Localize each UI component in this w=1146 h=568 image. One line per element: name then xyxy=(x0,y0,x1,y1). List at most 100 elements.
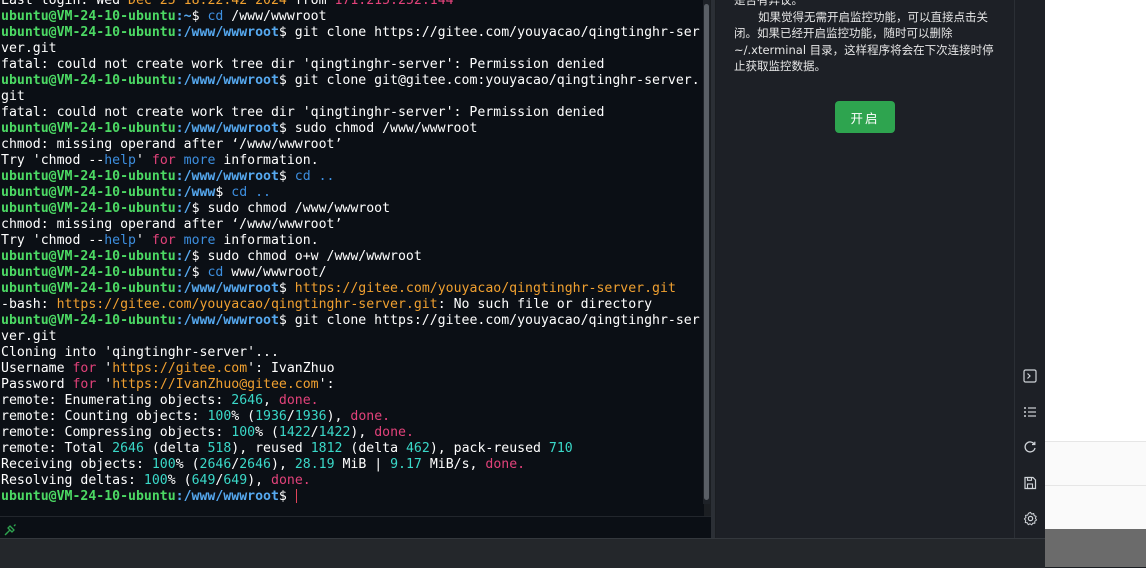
terminal-text-segment: help xyxy=(104,233,136,248)
terminal-line: ubuntu@VM-24-10-ubuntu:/www/wwwroot$ htt… xyxy=(1,281,700,297)
terminal-text-segment: ), xyxy=(247,473,272,488)
terminal-text-segment: more xyxy=(183,153,216,168)
terminal-scrollbar[interactable] xyxy=(703,0,710,504)
terminal-text-segment: $ xyxy=(278,281,295,296)
background-window-lower xyxy=(1045,441,1146,530)
terminal-text-segment: ubuntu@VM-24-10-ubuntu xyxy=(1,9,176,24)
terminal-text-segment: chmod: missing operand after ‘/www/wwwro… xyxy=(1,137,343,152)
terminal-output[interactable]: Last login: Wed Dec 25 18:22:42 2024 fro… xyxy=(0,0,704,516)
terminal-text-segment: https://gitee.com/youyacao/qingtinghr-se… xyxy=(56,297,438,312)
terminal-text-segment: ver.git xyxy=(1,329,57,344)
terminal-text-segment: ' xyxy=(96,377,113,392)
terminal-text-segment: :/www/wwwroot xyxy=(175,489,279,504)
terminal-line: ver.git xyxy=(1,41,700,57)
terminal-text-segment: (delta xyxy=(342,441,406,456)
terminal-text-segment: ubuntu@VM-24-10-ubuntu xyxy=(1,25,176,40)
terminal-text-segment: information. xyxy=(215,233,319,248)
terminal-line: ubuntu@VM-24-10-ubuntu:/$ cd www/wwwroot… xyxy=(1,265,700,281)
terminal-text-segment: 2646 xyxy=(199,457,232,472)
terminal-icon[interactable] xyxy=(1020,366,1040,386)
terminal-text-segment: 2646 xyxy=(112,441,144,456)
terminal-text-segment: remote: Compressing objects: xyxy=(1,425,232,440)
terminal-line: ver.git xyxy=(1,329,700,345)
terminal-text-segment: :/www xyxy=(175,185,216,200)
terminal-line: remote: Enumerating objects: 2646, done. xyxy=(1,393,700,409)
terminal-line: chmod: missing operand after ‘/www/wwwro… xyxy=(1,217,700,233)
terminal-scrollbar-thumb[interactable] xyxy=(704,4,709,500)
terminal-text-segment: for xyxy=(151,153,176,168)
terminal-text-segment: cd .. xyxy=(231,185,271,200)
terminal-line: remote: Counting objects: 100% (1936/193… xyxy=(1,409,700,425)
panel-splitter[interactable] xyxy=(711,0,715,538)
terminal-line: ubuntu@VM-24-10-ubuntu:~$ cd /www/wwwroo… xyxy=(1,9,700,25)
terminal-text-segment: https://gitee.com/youyacao/qingtinghr-se… xyxy=(294,281,676,296)
terminal-text-segment: Try 'chmod -- xyxy=(1,153,105,168)
terminal-text-segment: done. xyxy=(278,393,319,408)
terminal-text-segment: ubuntu@VM-24-10-ubuntu xyxy=(1,185,176,200)
terminal-text-segment: / xyxy=(286,409,295,424)
list-icon[interactable] xyxy=(1020,402,1040,422)
monitor-notice-body: 如果觉得无需开启监控功能，可以直接点击关闭。如果已经开启监控功能，随时可以删除~… xyxy=(734,9,994,74)
settings-icon[interactable] xyxy=(1020,508,1040,528)
terminal-text-segment: 100 xyxy=(207,409,232,424)
save-icon[interactable] xyxy=(1020,473,1040,493)
terminal-text-segment: ' xyxy=(135,233,152,248)
terminal-text-segment: done. xyxy=(350,409,391,424)
terminal-text-segment: https://IvanZhuo@gitee.com xyxy=(112,377,319,392)
terminal-line: Username for 'https://gitee.com': IvanZh… xyxy=(1,361,700,377)
monitor-notice: 是否有异议。 如果觉得无需开启监控功能，可以直接点击关闭。如果已经开启监控功能，… xyxy=(734,0,996,75)
terminal-text-segment: % ( xyxy=(167,473,192,488)
terminal-text-segment: $ sudo chmod o+w /www/wwwroot xyxy=(191,249,422,264)
refresh-icon[interactable] xyxy=(1020,437,1040,457)
terminal-text-segment: ), xyxy=(326,409,351,424)
terminal-text-segment: $ xyxy=(215,185,232,200)
terminal-text-segment: for xyxy=(151,233,176,248)
terminal-text-segment: Password xyxy=(1,377,73,392)
terminal-text-segment: ubuntu@VM-24-10-ubuntu xyxy=(1,313,176,328)
terminal-text-segment: Resolving deltas: xyxy=(1,473,144,488)
terminal-text-segment: more xyxy=(183,233,216,248)
connection-status-icon xyxy=(4,521,17,536)
terminal-text-segment: ' xyxy=(96,361,113,376)
terminal-line: Try 'chmod --help' for more information. xyxy=(1,153,700,169)
terminal-line: git xyxy=(1,89,700,105)
terminal-line: Last login: Wed Dec 25 18:22:42 2024 fro… xyxy=(1,0,700,9)
terminal-text-segment: fatal: could not create work tree dir 'q… xyxy=(1,57,605,72)
terminal-text-segment: done. xyxy=(271,473,311,488)
enable-monitor-button[interactable]: 开启 xyxy=(835,101,895,133)
terminal-text-segment: ubuntu@VM-24-10-ubuntu xyxy=(1,489,176,504)
terminal-text-segment: remote: Enumerating objects: xyxy=(1,393,232,408)
terminal-text-segment: Try 'chmod -- xyxy=(1,233,105,248)
terminal-text-segment: 100 xyxy=(143,473,168,488)
terminal-text-segment: ver.git xyxy=(1,41,57,56)
monitor-notice-top: 是否有异议。 xyxy=(734,0,803,7)
terminal-text-segment: $ sudo chmod /www/wwwroot xyxy=(191,201,391,216)
terminal-text-segment: 518 xyxy=(207,441,232,456)
terminal-line: fatal: could not create work tree dir 'q… xyxy=(1,57,700,73)
terminal-line: chmod: missing operand after ‘/www/wwwro… xyxy=(1,137,700,153)
terminal-text-segment: ubuntu@VM-24-10-ubuntu xyxy=(1,169,176,184)
monitor-panel: 是否有异议。 如果觉得无需开启监控功能，可以直接点击关闭。如果已经开启监控功能，… xyxy=(716,0,1014,538)
terminal-text-segment: :/ xyxy=(175,201,192,216)
terminal-lines: Last login: Wed Dec 25 18:22:42 2024 fro… xyxy=(1,0,700,505)
terminal-text-segment: 649 xyxy=(191,473,216,488)
terminal-text-segment: $ git clone https://gitee.com/youyacao/q… xyxy=(278,25,700,40)
terminal-text-segment: $ git clone git@gitee.com:youyacao/qingt… xyxy=(278,73,700,88)
terminal-text-segment: 1422 xyxy=(278,425,311,440)
terminal-text-segment: from xyxy=(286,0,335,8)
terminal-text-segment: ubuntu@VM-24-10-ubuntu xyxy=(1,249,176,264)
terminal-text-segment: $ git clone https://gitee.com/youyacao/q… xyxy=(278,313,700,328)
terminal-text-segment: for xyxy=(72,377,97,392)
terminal-text-segment: MiB/s, xyxy=(421,457,486,472)
terminal-text-segment: % ( xyxy=(175,457,200,472)
terminal-text-segment: 2646 xyxy=(231,393,264,408)
terminal-text-segment: git xyxy=(1,89,25,104)
terminal-text-segment: (delta xyxy=(143,441,208,456)
terminal-text-segment: 1812 xyxy=(310,441,343,456)
terminal-text-segment: for xyxy=(72,361,97,376)
terminal-line: Receiving objects: 100% (2646/2646), 28.… xyxy=(1,457,700,473)
terminal-text-segment: :/www/wwwroot xyxy=(175,169,279,184)
terminal-text-segment: % ( xyxy=(255,425,279,440)
terminal-text-segment: 1936 xyxy=(255,409,287,424)
